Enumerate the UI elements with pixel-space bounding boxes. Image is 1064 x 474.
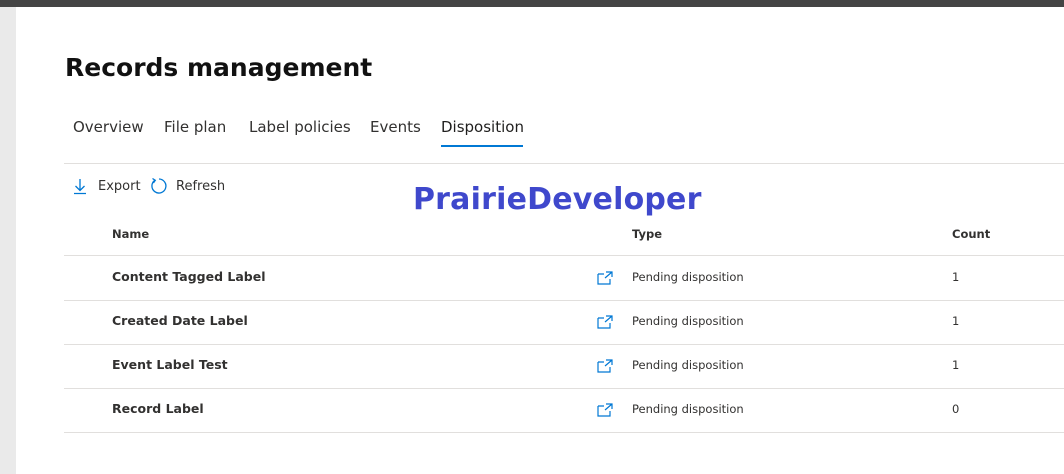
watermark: PrairieDeveloper (413, 182, 702, 217)
export-button[interactable]: Export (72, 177, 141, 195)
open-in-new-window-icon[interactable] (596, 358, 614, 374)
row-count: 0 (952, 402, 960, 416)
top-bar (0, 0, 1064, 7)
tab-label-policies[interactable]: Label policies (249, 118, 351, 146)
row-name[interactable]: Content Tagged Label (112, 269, 265, 284)
divider (64, 163, 1064, 164)
table-row[interactable]: Content Tagged Label Pending disposition… (64, 256, 1064, 301)
row-type: Pending disposition (632, 270, 744, 284)
table-row[interactable]: Event Label Test Pending disposition 1 (64, 344, 1064, 389)
download-icon (74, 179, 86, 195)
left-rail (0, 7, 16, 474)
refresh-icon (151, 177, 167, 194)
tab-events[interactable]: Events (370, 118, 421, 146)
row-type: Pending disposition (632, 358, 744, 372)
page-title: Records management (65, 53, 373, 82)
refresh-label: Refresh (176, 178, 226, 194)
row-name[interactable]: Record Label (112, 401, 204, 416)
table-row[interactable]: Created Date Label Pending disposition 1 (64, 300, 1064, 345)
column-header-count[interactable]: Count (952, 227, 990, 241)
row-type: Pending disposition (632, 314, 744, 328)
active-tab-indicator (441, 145, 523, 147)
column-header-name[interactable]: Name (112, 227, 149, 241)
row-count: 1 (952, 270, 960, 284)
refresh-button[interactable]: Refresh (150, 177, 225, 195)
row-name[interactable]: Created Date Label (112, 313, 248, 328)
open-in-new-window-icon[interactable] (596, 314, 614, 330)
tab-file-plan[interactable]: File plan (164, 118, 226, 146)
row-count: 1 (952, 358, 960, 372)
column-header-type[interactable]: Type (632, 227, 662, 241)
export-label: Export (98, 178, 141, 194)
row-type: Pending disposition (632, 402, 744, 416)
table-row[interactable]: Record Label Pending disposition 0 (64, 388, 1064, 433)
open-in-new-window-icon[interactable] (596, 270, 614, 286)
row-count: 1 (952, 314, 960, 328)
tab-overview[interactable]: Overview (73, 118, 144, 146)
tab-disposition[interactable]: Disposition (441, 118, 524, 146)
row-name[interactable]: Event Label Test (112, 357, 228, 372)
open-in-new-window-icon[interactable] (596, 402, 614, 418)
